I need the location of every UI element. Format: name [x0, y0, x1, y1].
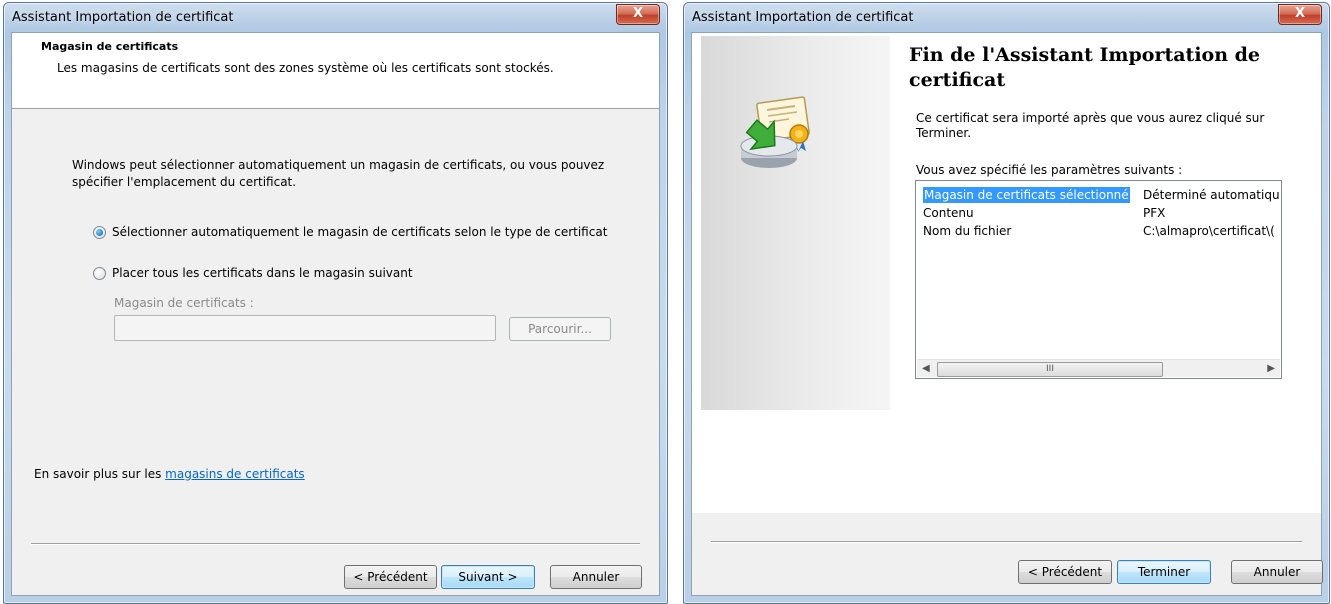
finish-button[interactable]: Terminer: [1117, 560, 1211, 584]
learn-more-prefix: En savoir plus sur les: [34, 467, 166, 481]
list-item[interactable]: Nom du fichier C:\almapro\certificat\(: [916, 223, 1281, 239]
cancel-button[interactable]: Annuler: [550, 565, 642, 589]
store-help-link[interactable]: magasins de certificats: [165, 467, 305, 481]
scroll-right-arrow-icon[interactable]: ▶: [1267, 363, 1275, 374]
page-description: Les magasins de certificats sont des zon…: [57, 61, 554, 75]
close-button[interactable]: X: [616, 4, 660, 25]
setting-value: PFX: [1143, 206, 1166, 220]
radio-auto-select[interactable]: Sélectionner automatiquement le magasin …: [93, 225, 607, 239]
dialog-client: [11, 32, 660, 596]
settings-label: Vous avez spécifié les paramètres suivan…: [916, 163, 1183, 177]
settings-list[interactable]: Magasin de certificats sélectionné Déter…: [915, 180, 1282, 379]
next-button[interactable]: Suivant >: [441, 565, 535, 589]
browse-button: Parcourir...: [509, 317, 611, 341]
radio-specific-store[interactable]: Placer tous les certificats dans le maga…: [93, 266, 413, 280]
footer-separator: [31, 543, 640, 545]
list-item[interactable]: Contenu PFX: [916, 205, 1281, 221]
scroll-thumb[interactable]: III: [937, 362, 1163, 377]
setting-name: Nom du fichier: [923, 224, 1012, 238]
back-button[interactable]: < Précédent: [344, 565, 437, 589]
list-item[interactable]: Magasin de certificats sélectionné Déter…: [916, 187, 1281, 203]
cancel-button[interactable]: Annuler: [1231, 560, 1323, 584]
import-wizard-window-store: Assistant Importation de certificat X Ma…: [3, 2, 668, 604]
close-button[interactable]: X: [1278, 4, 1322, 25]
store-field-label: Magasin de certificats :: [114, 296, 254, 310]
window-title: Assistant Importation de certificat: [692, 10, 914, 25]
explanation-text: Windows peut sélectionner automatiquemen…: [72, 158, 605, 189]
certificate-import-icon: [740, 96, 810, 168]
finish-description: Ce certificat sera importé après que vou…: [916, 111, 1265, 140]
radio-specific-label[interactable]: Placer tous les certificats dans le maga…: [112, 266, 413, 280]
radio-auto-label[interactable]: Sélectionner automatiquement le magasin …: [112, 225, 607, 239]
radio-button-unchecked-icon[interactable]: [93, 266, 106, 280]
window-title: Assistant Importation de certificat: [12, 10, 234, 25]
store-input: [114, 315, 496, 341]
radio-button-checked-icon[interactable]: [93, 225, 106, 239]
finish-heading: Fin de l'Assistant Importation de certif…: [909, 44, 1261, 91]
title-bar[interactable]: Assistant Importation de certificat X: [684, 3, 1329, 33]
setting-value: C:\almapro\certificat\(: [1143, 224, 1275, 238]
setting-name: Magasin de certificats sélectionné: [923, 187, 1130, 203]
footer-separator: [711, 541, 1302, 543]
setting-value: Déterminé automatiqu: [1143, 188, 1280, 202]
back-button[interactable]: < Précédent: [1018, 560, 1112, 584]
import-wizard-window-finish: Assistant Importation de certificat X Fi: [683, 2, 1330, 604]
page-title: Magasin de certificats: [41, 40, 179, 53]
scroll-left-arrow-icon[interactable]: ◀: [922, 363, 930, 374]
horizontal-scrollbar[interactable]: ◀ III ▶: [917, 359, 1280, 377]
setting-name: Contenu: [923, 206, 974, 220]
learn-more-text: En savoir plus sur les magasins de certi…: [34, 467, 305, 481]
wizard-side-graphic: [701, 36, 890, 410]
title-bar[interactable]: Assistant Importation de certificat X: [4, 3, 667, 33]
